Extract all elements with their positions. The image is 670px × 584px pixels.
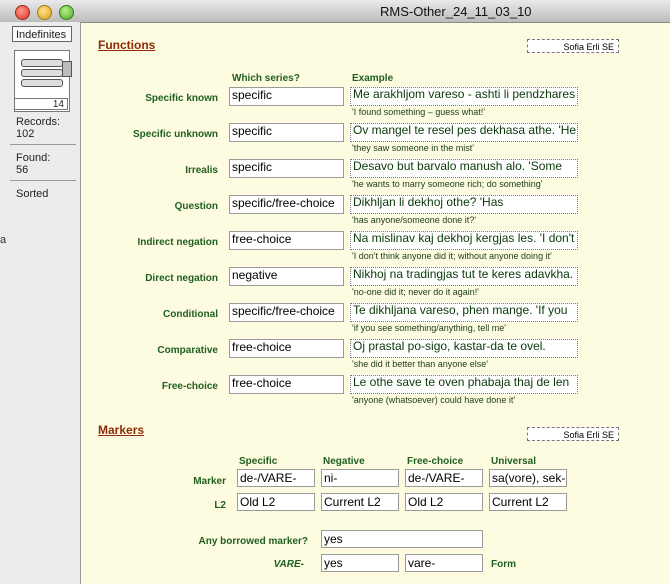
translation-comparative: 'she did it better than anyone else' [352,359,489,369]
found-count: 56 [16,164,29,176]
series-field-direct-negation[interactable]: negative [229,267,344,286]
record-slider[interactable] [62,61,72,77]
form-label: Form [491,559,516,570]
l2-free-choice-field[interactable]: Old L2 [405,493,483,511]
function-label-comparative: Comparative [157,345,218,356]
example-field-irrealis[interactable]: Desavo but barvalo manush alo. 'Some [350,159,578,178]
record-number[interactable]: 14 [14,98,68,110]
example-field-free-choice[interactable]: Le othe save te oven phabaja thaj de len [350,375,578,394]
series-field-free-choice[interactable]: free-choice [229,375,344,394]
example-field-conditional[interactable]: Te dikhljana vareso, phen mange. 'If you [350,303,578,322]
translation-free-choice: 'anyone (whatsoever) could have done it' [352,395,516,405]
translation-conditional: 'if you see something/anything, tell me' [352,323,507,333]
which-series-header: Which series? [232,73,300,84]
series-field-conditional[interactable]: specific/free-choice [229,303,344,322]
close-window-button[interactable] [15,5,30,20]
function-label-conditional: Conditional [163,309,218,320]
function-label-indirect-negation: Indirect negation [137,237,218,248]
example-field-indirect-negation[interactable]: Na mislinav kaj dekhoj kergjas les. 'I d… [350,231,578,250]
series-field-irrealis[interactable]: specific [229,159,344,178]
series-field-specific-unknown[interactable]: specific [229,123,344,142]
window-title: RMS-Other_24_11_03_10 [380,4,532,19]
function-label-specific-known: Specific known [145,93,218,104]
function-label-irrealis: Irrealis [185,165,218,176]
marker-specific-field[interactable]: de-/VARE- [237,469,315,487]
title-bar: RMS-Other_24_11_03_10 [0,0,670,23]
example-field-specific-unknown[interactable]: Ov mangel te resel pes dekhasa athe. 'He [350,123,578,142]
marker-row-label: Marker [193,476,226,487]
records-label: Records: [16,116,61,128]
translation-direct-negation: 'no-one did it; never do it again!' [352,287,480,297]
marker-free-choice-field[interactable]: de-/VARE- [405,469,483,487]
series-field-question[interactable]: specific/free-choice [229,195,344,214]
marker-universal-field[interactable]: sa(vore), sek- [489,469,567,487]
translation-irrealis: 'he wants to marry someone rich; do some… [352,179,543,189]
edge-text: a [0,234,7,246]
l2-row-label: L2 [214,500,226,511]
records-count: 102 [16,128,35,140]
status-area: Indefinites 14 Records: 102 Found: 56 So… [0,22,81,584]
translation-indirect-negation: 'I don't think anyone did it; without an… [352,251,552,261]
function-label-specific-unknown: Specific unknown [132,129,218,140]
function-label-free-choice: Free-choice [161,381,218,392]
function-label-direct-negation: Direct negation [145,273,218,284]
marker-header-universal: Universal [491,456,537,467]
vare-form-field[interactable]: vare- [405,554,483,572]
example-field-comparative[interactable]: Oj prastal po-sigo, kastar-da te ovel. [350,339,578,358]
marker-header-specific: Specific [239,456,278,467]
vare-field[interactable]: yes [321,554,399,572]
vare-label: VARE- [273,559,304,570]
zoom-window-button[interactable] [59,5,74,20]
translation-question: 'has anyone/someone done it?' [352,215,477,225]
example-field-direct-negation[interactable]: Nikhoj na tradingjas tut te keres adavkh… [350,267,578,286]
functions-heading: Functions [98,38,156,52]
series-field-specific-known[interactable]: specific [229,87,344,106]
marker-header-free-choice: Free-choice [407,456,464,467]
translation-specific-known: 'I found something – guess what!' [352,107,486,117]
marker-negative-field[interactable]: ni- [321,469,399,487]
example-header: Example [352,73,394,84]
layout-menu[interactable]: Indefinites [12,26,72,42]
marker-header-negative: Negative [323,456,365,467]
sort-status: Sorted [16,188,49,200]
translation-specific-unknown: 'they saw someone in the mist' [352,143,474,153]
l2-universal-field[interactable]: Current L2 [489,493,567,511]
example-field-question[interactable]: Dikhljan li dekhoj othe? 'Has [350,195,578,214]
borrowed-marker-label: Any borrowed marker? [198,536,308,547]
markers-heading: Markers [98,423,145,437]
l2-negative-field[interactable]: Current L2 [321,493,399,511]
series-field-comparative[interactable]: free-choice [229,339,344,358]
borrowed-marker-field[interactable]: yes [321,530,483,548]
functions-author-badge: Sofia Erli SE [527,39,619,53]
series-field-indirect-negation[interactable]: free-choice [229,231,344,250]
l2-specific-field[interactable]: Old L2 [237,493,315,511]
example-field-specific-known[interactable]: Me arakhljom vareso - ashti li pendzhare… [350,87,578,106]
function-label-question: Question [174,201,218,212]
found-label: Found: [16,152,51,164]
minimize-window-button[interactable] [37,5,52,20]
markers-author-badge: Sofia Erli SE [527,427,619,441]
